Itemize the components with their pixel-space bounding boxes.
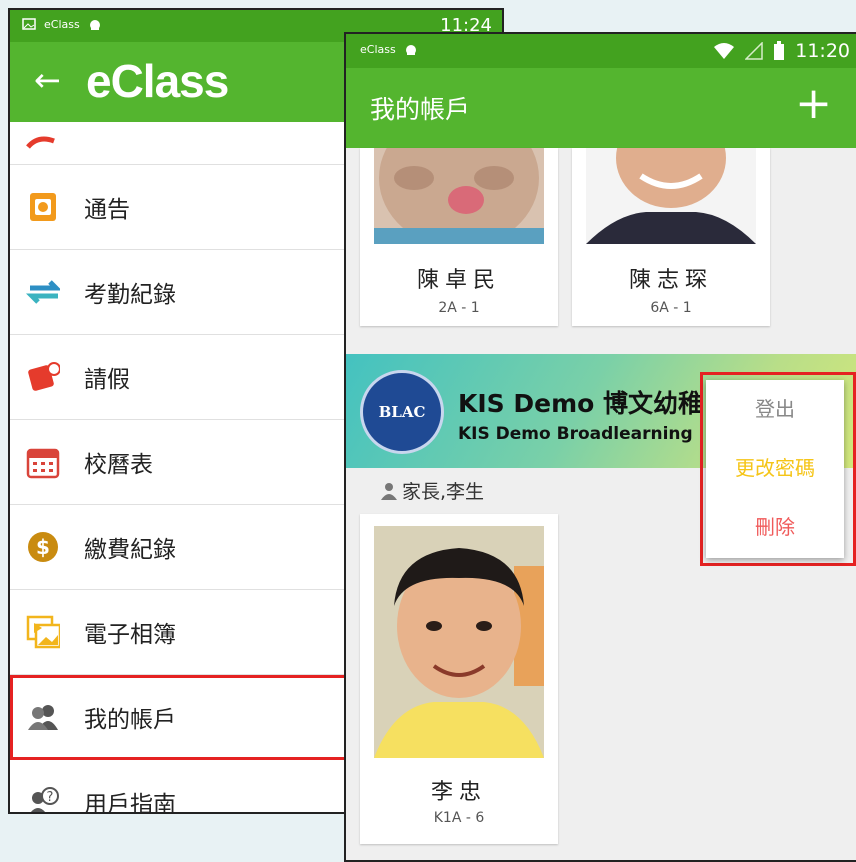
app-bar: 我的帳戶 + bbox=[346, 68, 856, 148]
status-app-name: eClass bbox=[360, 42, 396, 56]
student-photo bbox=[374, 526, 544, 758]
android-icon bbox=[89, 20, 100, 30]
student-card[interactable]: 陳志琛 6A - 1 bbox=[572, 148, 770, 326]
help-icon: ? bbox=[26, 785, 60, 812]
account-options-popup: 登出 更改密碼 刪除 bbox=[706, 380, 844, 558]
parent-name: 家長,李生 bbox=[402, 481, 485, 503]
menu-label: 通告 bbox=[84, 197, 130, 223]
student-name: 陳志琛 bbox=[628, 268, 713, 293]
logout-option[interactable]: 登出 bbox=[706, 380, 844, 439]
student-class: K1A - 6 bbox=[433, 810, 485, 826]
payment-icon: $ bbox=[26, 530, 60, 564]
school-name-english: KIS Demo Broadlearning bbox=[458, 424, 693, 444]
student-card[interactable]: 陳卓民 2A - 1 bbox=[360, 148, 558, 326]
student-class: 2A - 1 bbox=[438, 300, 480, 316]
parent-user-line: 家長,李生 bbox=[380, 477, 484, 504]
student-name: 陳卓民 bbox=[416, 268, 501, 293]
menu-label: 校曆表 bbox=[84, 452, 153, 478]
menu-label: 請假 bbox=[84, 367, 130, 393]
account-icon bbox=[26, 700, 60, 734]
wifi-icon bbox=[714, 43, 735, 59]
school-name: KIS Demo 博文幼稚 bbox=[458, 389, 704, 418]
notebook-icon bbox=[26, 126, 60, 160]
student-photo bbox=[586, 148, 756, 244]
leave-icon bbox=[26, 360, 60, 394]
image-notification-icon bbox=[22, 18, 36, 30]
student-photo bbox=[374, 148, 544, 244]
delete-option[interactable]: 刪除 bbox=[706, 498, 844, 557]
school-seal-logo: BLAC bbox=[360, 370, 444, 454]
student-class: 6A - 1 bbox=[650, 300, 692, 316]
menu-label: 用戶指南 bbox=[84, 792, 176, 814]
menu-label: 我的帳戶 bbox=[84, 707, 176, 733]
menu-label: 電子相簿 bbox=[84, 622, 176, 648]
menu-label: 繳費紀錄 bbox=[84, 537, 176, 563]
status-time: 11:20 bbox=[795, 40, 850, 62]
album-icon bbox=[26, 615, 60, 649]
change-password-option[interactable]: 更改密碼 bbox=[706, 439, 844, 498]
notice-icon bbox=[26, 190, 60, 224]
status-bar: eClass 11:20 bbox=[346, 34, 856, 68]
battery-icon bbox=[774, 41, 785, 60]
menu-label: 考勤紀錄 bbox=[84, 282, 176, 308]
signal-icon bbox=[745, 42, 763, 60]
svg-text:$: $ bbox=[36, 535, 50, 559]
eclass-logo: eClass bbox=[86, 55, 229, 107]
calendar-icon bbox=[26, 445, 60, 479]
svg-text:?: ? bbox=[47, 790, 54, 805]
status-app-name: eClass bbox=[44, 17, 80, 31]
add-account-button[interactable]: + bbox=[795, 80, 832, 128]
attendance-icon bbox=[26, 275, 60, 309]
android-icon bbox=[405, 45, 416, 55]
back-arrow-icon[interactable]: ← bbox=[34, 64, 61, 96]
page-title: 我的帳戶 bbox=[370, 95, 471, 124]
student-name: 李忠 bbox=[430, 780, 487, 805]
person-icon bbox=[381, 482, 397, 500]
student-card[interactable]: 李忠 K1A - 6 bbox=[360, 514, 558, 844]
